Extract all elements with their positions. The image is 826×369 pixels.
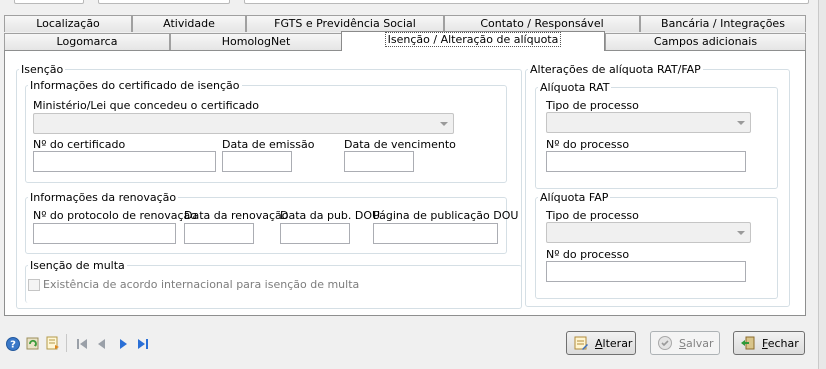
tab-isencao[interactable]: Isenção / Alteração de alíquota — [341, 31, 605, 51]
top-field-remnants — [0, 0, 826, 10]
ministerio-label: Ministério/Lei que concedeu o certificad… — [33, 99, 260, 112]
first-record-icon[interactable] — [74, 336, 90, 352]
previous-record-icon[interactable] — [94, 336, 110, 352]
window-right-edge — [818, 0, 826, 369]
rat-numero-input[interactable] — [546, 151, 746, 172]
rat-numero-label: Nº do processo — [546, 138, 630, 151]
salvar-button[interactable]: Salvar — [650, 331, 720, 355]
tab-label: Atividade — [163, 17, 215, 30]
refresh-icon[interactable] — [25, 335, 41, 351]
renovacao-legend: Informações da renovação — [30, 191, 177, 204]
data-emissao-label: Data de emissão — [222, 138, 315, 151]
tab-label: Contato / Responsável — [480, 17, 604, 30]
chevron-down-icon — [737, 231, 745, 235]
salvar-accel: S — [679, 336, 686, 350]
alterar-label: Alterar — [595, 337, 632, 350]
fechar-label: Fechar — [762, 337, 799, 350]
edit-icon — [574, 336, 588, 350]
pagina-publicacao-label: Página de publicação DOU — [373, 209, 519, 222]
exit-door-icon — [741, 336, 755, 350]
tab-label: Logomarca — [56, 35, 118, 48]
top-field-remnant-3 — [244, 0, 809, 4]
fap-group: Alíquota FAP — [535, 191, 778, 299]
export-icon[interactable] — [45, 335, 61, 351]
alterar-rest: lterar — [602, 336, 633, 350]
tab-bancaria[interactable]: Bancária / Integrações — [640, 15, 806, 32]
bottom-toolbar: ? Alterar Salvar Fechar — [0, 322, 826, 369]
salvar-label: Salvar — [679, 337, 714, 350]
svg-text:?: ? — [10, 340, 16, 351]
isencao-legend: Isenção — [21, 63, 64, 76]
fechar-rest: echar — [767, 336, 799, 350]
fechar-button[interactable]: Fechar — [733, 331, 805, 355]
chevron-down-icon — [737, 121, 745, 125]
chevron-down-icon — [440, 122, 448, 126]
tab-logomarca[interactable]: Logomarca — [4, 33, 170, 50]
tab-localizacao[interactable]: Localização — [4, 15, 132, 32]
acordo-checkbox[interactable] — [28, 279, 40, 291]
toolbar-separator — [66, 334, 67, 352]
pagina-publicacao-input[interactable] — [373, 223, 498, 244]
tab-label: Campos adicionais — [653, 35, 758, 48]
ministerio-select[interactable] — [33, 113, 454, 134]
fap-tipo-label: Tipo de processo — [546, 209, 639, 222]
rat-group: Alíquota RAT — [535, 81, 778, 189]
fap-numero-input[interactable] — [546, 261, 746, 282]
data-vencimento-input[interactable] — [344, 151, 414, 172]
data-vencimento-label: Data de vencimento — [344, 138, 456, 151]
salvar-rest: alvar — [685, 336, 714, 350]
fap-legend: Alíquota FAP — [540, 191, 609, 204]
rat-legend: Alíquota RAT — [540, 81, 610, 94]
alterar-accel: A — [595, 336, 603, 350]
rat-tipo-select[interactable] — [546, 112, 751, 133]
tab-label: HomologNet — [221, 35, 291, 48]
tab-homolognet[interactable]: HomologNet — [170, 33, 342, 50]
certificado-legend: Informações do certificado de isenção — [30, 79, 240, 92]
top-field-remnant-1 — [14, 0, 84, 4]
data-pub-label: Data da pub. DOU — [280, 209, 381, 222]
tab-panel: Isenção Informações do certificado de is… — [4, 50, 806, 316]
numero-certificado-input[interactable] — [33, 151, 216, 172]
aliquota-legend: Alterações de alíquota RAT/FAP — [530, 63, 701, 76]
tab-label: FGTS e Previdência Social — [274, 17, 416, 30]
protocolo-label: Nº do protocolo de renovação — [33, 209, 197, 222]
tab-label: Isenção / Alteração de alíquota — [384, 32, 562, 47]
tab-fgts[interactable]: FGTS e Previdência Social — [246, 15, 444, 32]
last-record-icon[interactable] — [135, 336, 151, 352]
data-renovacao-label: Data da renovação — [184, 209, 289, 222]
fap-tipo-select[interactable] — [546, 222, 751, 243]
acordo-label: Existência de acordo internacional para … — [43, 278, 360, 291]
data-pub-input[interactable] — [280, 223, 350, 244]
rat-tipo-label: Tipo de processo — [546, 99, 639, 112]
tab-atividade[interactable]: Atividade — [132, 15, 246, 32]
tab-campos-adicionais[interactable]: Campos adicionais — [605, 33, 806, 50]
tab-contato[interactable]: Contato / Responsável — [444, 15, 640, 32]
alterar-button[interactable]: Alterar — [566, 331, 636, 355]
tab-label: Localização — [36, 17, 100, 30]
next-record-icon[interactable] — [115, 336, 131, 352]
top-field-remnant-2 — [98, 0, 230, 4]
multa-legend: Isenção de multa — [30, 259, 125, 272]
protocolo-input[interactable] — [33, 223, 176, 244]
numero-certificado-label: Nº do certificado — [33, 138, 126, 151]
data-emissao-input[interactable] — [222, 151, 292, 172]
help-icon[interactable]: ? — [5, 336, 21, 352]
tab-label: Bancária / Integrações — [661, 17, 785, 30]
fap-numero-label: Nº do processo — [546, 248, 630, 261]
check-icon — [658, 336, 672, 350]
data-renovacao-input[interactable] — [184, 223, 254, 244]
